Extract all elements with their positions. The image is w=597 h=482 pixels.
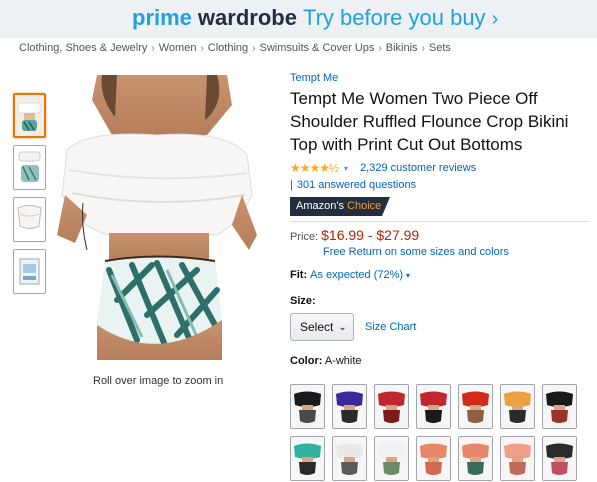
thumbnail-3-image bbox=[14, 198, 45, 241]
color-swatch[interactable] bbox=[332, 384, 367, 429]
breadcrumb-sep-icon: › bbox=[200, 43, 204, 54]
price-row: Price: $16.99 - $27.99 bbox=[290, 227, 590, 243]
color-swatch[interactable] bbox=[332, 436, 367, 481]
rating-caret-icon[interactable]: ▾ bbox=[344, 164, 348, 173]
swatch-image bbox=[501, 385, 534, 428]
price-value: $16.99 - $27.99 bbox=[321, 227, 420, 243]
color-swatch[interactable] bbox=[374, 436, 409, 481]
fit-label: Fit: bbox=[290, 269, 308, 281]
breadcrumb: Clothing, Shoes & Jewelry › Women › Clothing… bbox=[19, 42, 451, 54]
star-rating-icon[interactable]: ★★★★½ bbox=[290, 161, 339, 175]
color-swatch[interactable] bbox=[500, 436, 535, 481]
thumbnail-strip bbox=[13, 93, 48, 301]
product-photo bbox=[57, 75, 257, 360]
swatch-image bbox=[543, 385, 576, 428]
brand-link[interactable]: Tempt Me bbox=[290, 72, 590, 84]
choice-badge-word: Choice bbox=[347, 200, 382, 212]
choice-row: Amazon's Choice bbox=[290, 197, 590, 222]
banner-wardrobe-text: wardrobe bbox=[197, 5, 297, 30]
color-label: Color: bbox=[290, 355, 323, 367]
swatch-image bbox=[375, 437, 408, 480]
breadcrumb-link[interactable]: Clothing bbox=[208, 42, 248, 54]
breadcrumb-sep-icon: › bbox=[421, 43, 425, 54]
divider bbox=[290, 221, 590, 222]
thumbnail-3[interactable] bbox=[13, 197, 46, 242]
breadcrumb-sep-icon: › bbox=[252, 43, 256, 54]
swatch-image bbox=[417, 437, 450, 480]
color-value: A-white bbox=[324, 355, 362, 367]
size-chart-link[interactable]: Size Chart bbox=[365, 321, 416, 333]
swatch-image bbox=[459, 385, 492, 428]
swatch-image bbox=[333, 437, 366, 480]
thumbnail-2[interactable] bbox=[13, 145, 46, 190]
prime-wardrobe-banner[interactable]: prime wardrobe Try before you buy › bbox=[0, 0, 597, 38]
swatch-image bbox=[291, 385, 324, 428]
swatch-image bbox=[375, 385, 408, 428]
banner-chevron-icon: › bbox=[491, 8, 499, 30]
thumbnail-2-image bbox=[14, 146, 45, 189]
swatch-image bbox=[543, 437, 576, 480]
rating-row: ★★★★½ ▾ 2,329 customer reviews bbox=[290, 161, 590, 175]
color-swatch[interactable] bbox=[542, 436, 577, 481]
thumbnail-4-image bbox=[14, 250, 45, 293]
color-row: Color: A-white bbox=[290, 355, 590, 367]
fit-value-link[interactable]: As expected (72%) bbox=[310, 269, 403, 281]
divider: | bbox=[290, 179, 293, 191]
choice-badge-prefix: Amazon's bbox=[296, 200, 344, 212]
color-swatch[interactable] bbox=[458, 384, 493, 429]
size-label: Size: bbox=[290, 295, 316, 307]
chevron-down-icon: ⌄ bbox=[338, 321, 347, 333]
amazons-choice-badge: Amazon's Choice bbox=[290, 197, 390, 216]
main-product-image[interactable] bbox=[57, 75, 257, 360]
answered-questions-link[interactable]: 301 answered questions bbox=[297, 179, 416, 191]
breadcrumb-link[interactable]: Women bbox=[159, 42, 197, 54]
size-row: Select ⌄ Size Chart bbox=[290, 313, 590, 341]
color-swatch[interactable] bbox=[458, 436, 493, 481]
thumbnail-1[interactable] bbox=[13, 93, 46, 138]
swatch-image bbox=[333, 385, 366, 428]
size-select-value: Select bbox=[300, 320, 334, 334]
breadcrumb-link[interactable]: Bikinis bbox=[386, 42, 418, 54]
color-swatch[interactable] bbox=[416, 384, 451, 429]
color-swatch[interactable] bbox=[542, 384, 577, 429]
breadcrumb-link[interactable]: Sets bbox=[429, 42, 451, 54]
size-select[interactable]: Select ⌄ bbox=[290, 313, 354, 341]
product-info: Tempt Me Tempt Me Women Two Piece Off Sh… bbox=[290, 72, 590, 367]
swatch-image bbox=[291, 437, 324, 480]
breadcrumb-link[interactable]: Swimsuits & Cover Ups bbox=[260, 42, 375, 54]
swatch-image bbox=[459, 437, 492, 480]
banner-prime-text: prime bbox=[132, 5, 192, 30]
price-label: Price: bbox=[290, 231, 319, 243]
breadcrumb-link[interactable]: Clothing, Shoes & Jewelry bbox=[19, 42, 147, 54]
breadcrumb-sep-icon: › bbox=[151, 43, 155, 54]
color-swatch[interactable] bbox=[416, 436, 451, 481]
color-swatch[interactable] bbox=[290, 384, 325, 429]
reviews-link[interactable]: 2,329 customer reviews bbox=[360, 162, 476, 174]
thumbnail-4[interactable] bbox=[13, 249, 46, 294]
thumbnail-1-image bbox=[15, 95, 44, 136]
swatch-image bbox=[417, 385, 450, 428]
color-swatch[interactable] bbox=[290, 436, 325, 481]
breadcrumb-sep-icon: › bbox=[378, 43, 382, 54]
swatch-image bbox=[501, 437, 534, 480]
zoom-hint: Roll over image to zoom in bbox=[93, 375, 224, 387]
fit-row: Fit: As expected (72%) ▾ bbox=[290, 269, 590, 281]
color-swatch[interactable] bbox=[374, 384, 409, 429]
product-title: Tempt Me Women Two Piece Off Shoulder Ru… bbox=[290, 89, 569, 154]
free-return-link[interactable]: Free Return on some sizes and colors bbox=[323, 246, 590, 258]
answered-questions-row: | 301 answered questions bbox=[290, 179, 590, 191]
color-swatch[interactable] bbox=[500, 384, 535, 429]
banner-try-text: Try before you buy bbox=[302, 5, 486, 30]
fit-caret-icon[interactable]: ▾ bbox=[406, 271, 410, 280]
